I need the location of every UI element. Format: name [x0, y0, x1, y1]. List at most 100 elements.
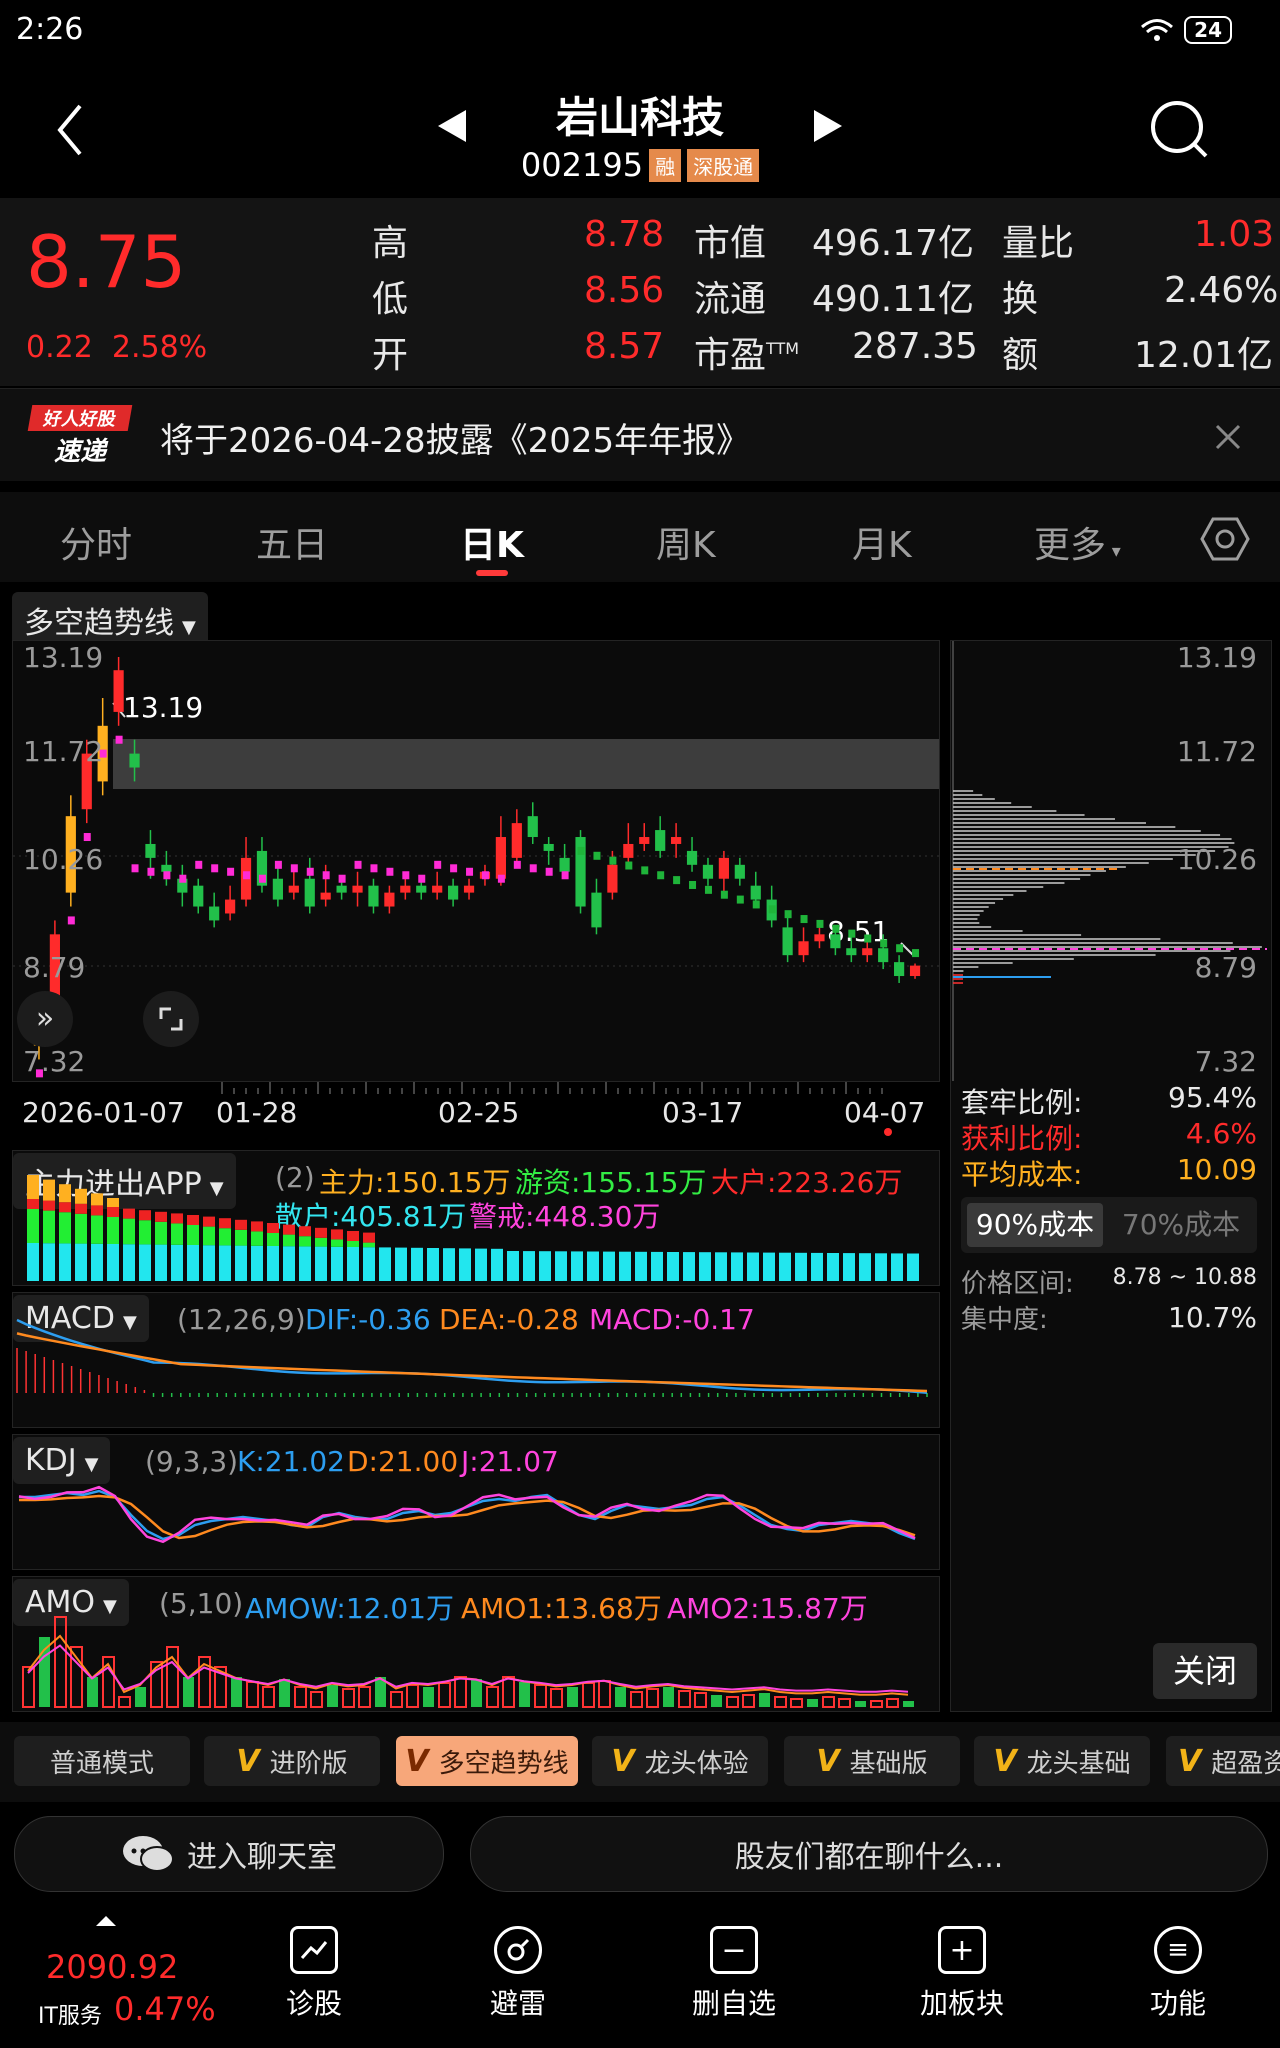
nav-avoid-risk[interactable]: 避雷 — [448, 1926, 588, 2022]
candle-body — [846, 948, 857, 956]
btn-90-cost[interactable]: 90%成本 — [967, 1203, 1103, 1247]
flow-bar-main — [75, 1188, 87, 1204]
fullscreen-icon[interactable] — [143, 991, 199, 1047]
tab-monthly-k[interactable]: 月K — [852, 516, 912, 568]
nav-diagnose[interactable]: 诊股 — [244, 1926, 384, 2022]
flow-bar-retail — [91, 1243, 103, 1281]
trend-dot — [386, 867, 394, 876]
close-icon[interactable] — [1214, 423, 1242, 451]
flow-bar-big — [363, 1232, 375, 1243]
nav-remove-watchlist[interactable]: − 删自选 — [664, 1926, 804, 2022]
candle-body — [463, 885, 475, 893]
chat-bar: 进入聊天室 股友们都在聊什么... — [0, 1808, 1280, 1898]
flow-bar-retail — [795, 1252, 807, 1281]
flow-bar-retail — [219, 1245, 231, 1281]
flow-bar-big — [283, 1224, 295, 1235]
candle-body — [304, 878, 315, 907]
amo-bar — [486, 1686, 499, 1708]
mode-trend-line[interactable]: V 多空趋势线 — [396, 1736, 578, 1786]
candle-body — [623, 843, 634, 858]
flow-bar-retail — [651, 1251, 663, 1281]
trend-dot — [115, 735, 123, 744]
mainflow-panel[interactable]: 主力进出APP ▼ (2) 主力:150.15万 游资:155.15万 大户:22… — [12, 1150, 940, 1286]
amo-bar — [390, 1691, 403, 1708]
flow-bar-hot — [315, 1237, 327, 1247]
settings-icon[interactable] — [1200, 516, 1250, 562]
last-price: 8.75 — [26, 220, 187, 304]
kline-chart[interactable]: 13.19 8.51 13.19 11.72 10.26 8.79 7.32 » — [12, 640, 940, 1082]
mode-leader-trial[interactable]: V 龙头体验 — [592, 1736, 768, 1786]
trend-dot — [529, 864, 537, 873]
expand-left-icon[interactable]: » — [17, 991, 73, 1047]
amo-bar — [615, 1687, 626, 1707]
candle-body — [527, 816, 538, 838]
next-stock-icon[interactable] — [810, 106, 846, 146]
plus-box-icon: + — [938, 1926, 986, 1974]
flow-bar-hot — [139, 1220, 151, 1245]
amo-bar — [726, 1696, 739, 1708]
flow-bar-retail — [187, 1245, 199, 1281]
candle-body — [145, 843, 156, 858]
flow-bar-retail — [299, 1246, 311, 1281]
chatroom-button[interactable]: 进入聊天室 — [14, 1816, 444, 1892]
nav-add-sector[interactable]: + 加板块 — [892, 1926, 1032, 2022]
candle-body — [193, 885, 204, 907]
flow-bar-big — [139, 1210, 151, 1221]
trend-dot — [481, 871, 489, 880]
trend-dot — [545, 867, 553, 876]
vr-value: 1.03 — [1194, 214, 1275, 255]
tab-five-day[interactable]: 五日 — [256, 516, 328, 568]
candle-body — [607, 864, 618, 893]
mode-advanced[interactable]: V 进阶版 — [204, 1736, 380, 1786]
nav-functions[interactable]: ≡ 功能 — [1108, 1926, 1248, 2022]
amo-bar — [262, 1686, 275, 1708]
mode-basic[interactable]: V 基础版 — [784, 1736, 960, 1786]
pe-label: 市盈TTM — [694, 335, 800, 376]
candle-body — [894, 962, 905, 977]
flow-bar-big — [155, 1211, 167, 1222]
amo-bar — [471, 1679, 482, 1707]
minus-box-icon: − — [710, 1926, 758, 1974]
flow-bar-hot — [59, 1212, 71, 1244]
trend-dot — [736, 895, 744, 904]
trend-dot — [67, 916, 75, 925]
flow-bar-retail — [571, 1251, 583, 1281]
macd-panel[interactable]: MACD ▼ (12,26,9) DIF:-0.36 DEA:-0.28 MACD… — [12, 1292, 940, 1428]
amo-bar — [70, 1646, 83, 1708]
flow-bar-hot — [155, 1221, 167, 1245]
btn-70-cost[interactable]: 70%成本 — [1113, 1203, 1249, 1247]
flow-bar-main — [59, 1184, 71, 1203]
trend-dot — [816, 919, 824, 928]
amo-bar — [327, 1685, 338, 1707]
flow-bar-retail — [763, 1252, 775, 1281]
flow-bar-big — [347, 1231, 359, 1241]
candle-body — [782, 927, 793, 956]
candle-body — [798, 941, 809, 956]
trend-dot — [354, 860, 362, 869]
tab-intraday[interactable]: 分时 — [60, 516, 132, 568]
tab-more[interactable]: 更多 ▾ — [1034, 516, 1121, 568]
chip-y-4: 8.79 — [1194, 951, 1257, 984]
candle-body — [320, 892, 331, 900]
notice-banner[interactable]: 好人好股 速递 将于2026-04-28披露《2025年年报》 — [0, 388, 1280, 481]
flow-bar-retail — [75, 1243, 87, 1281]
amo-bar — [822, 1696, 835, 1708]
tab-daily-k[interactable]: 日K — [460, 516, 524, 568]
tab-weekly-k[interactable]: 周K — [656, 516, 716, 568]
search-icon[interactable] — [1148, 98, 1212, 162]
index-value[interactable]: 2090.92 — [46, 1948, 178, 1986]
flow-bar-big — [187, 1215, 199, 1225]
close-button[interactable]: 关闭 — [1153, 1643, 1257, 1699]
high-label: 高 — [372, 223, 409, 264]
chat-prompt-button[interactable]: 股友们都在聊什么... — [470, 1816, 1268, 1892]
kdj-panel[interactable]: KDJ ▼ (9,3,3) K:21.02 D:21.00 J:21.07 — [12, 1434, 940, 1570]
mode-leader-basic[interactable]: V 龙头基础 — [974, 1736, 1150, 1786]
expand-up-icon[interactable] — [94, 1912, 118, 1928]
date-label-2: 01-28 — [216, 1096, 298, 1129]
y-label-4: 8.79 — [23, 951, 86, 984]
mode-normal[interactable]: 普通模式 — [14, 1736, 190, 1786]
flow-bar-retail — [27, 1243, 39, 1281]
chip-y-5: 7.32 — [1194, 1045, 1257, 1078]
amo-panel[interactable]: AMO ▼ (5,10) AMOW:12.01万 AMO1:13.68万 AMO2… — [12, 1576, 940, 1712]
mode-super[interactable]: V 超盈资 — [1166, 1736, 1280, 1786]
